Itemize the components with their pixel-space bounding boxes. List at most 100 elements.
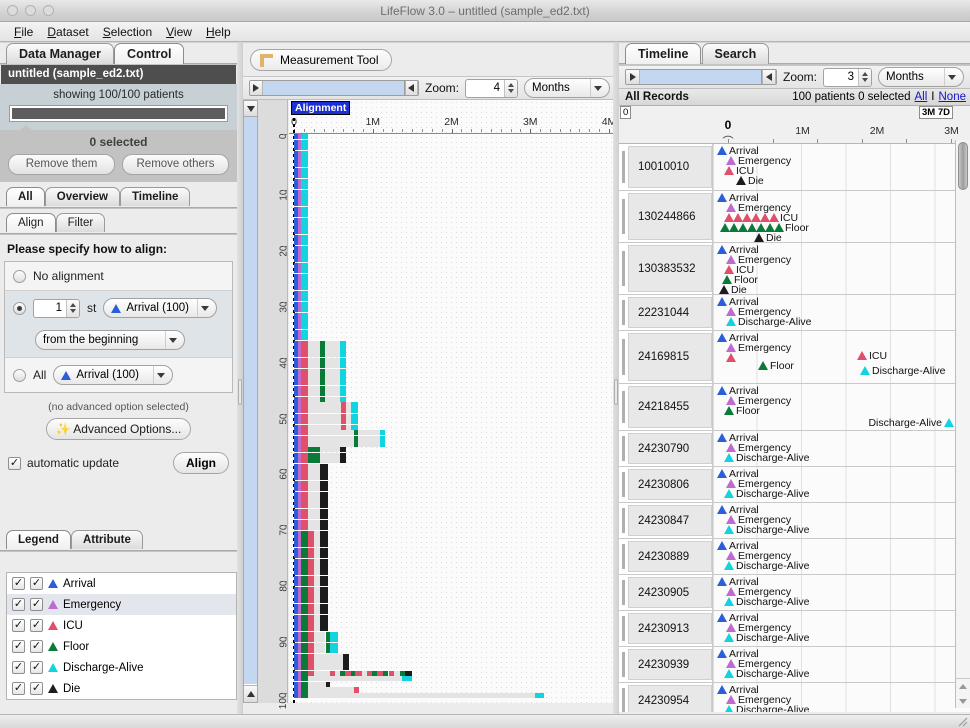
legend-item-die[interactable]: ✓ ✓ Die: [7, 678, 236, 699]
table-row[interactable]: 22231044ArrivalEmergencyDischarge-Alive: [619, 295, 970, 331]
chart-bar[interactable]: [289, 190, 616, 195]
chart-bar-segment[interactable]: [301, 207, 307, 212]
chart-bar-segment[interactable]: [340, 380, 346, 385]
chart-bar-segment[interactable]: [343, 654, 349, 659]
chart-bar-segment[interactable]: [308, 492, 320, 497]
advanced-options-button[interactable]: ✨ Advanced Options...: [46, 418, 191, 440]
patient-id-cell[interactable]: 130244866: [628, 193, 712, 240]
event-marker[interactable]: Discharge-Alive: [726, 317, 812, 328]
scroll-left-icon[interactable]: [405, 81, 418, 95]
chart-bar[interactable]: [289, 458, 616, 463]
chart-bar-segment[interactable]: [308, 464, 320, 469]
nth-event-combo[interactable]: Arrival (100): [103, 298, 217, 318]
nth-spinner-arrows[interactable]: [66, 300, 79, 317]
chart-bar[interactable]: [289, 330, 616, 335]
chart-bar-segment[interactable]: [301, 235, 307, 240]
chart-bar-segment[interactable]: [301, 285, 307, 290]
remove-others-button[interactable]: Remove others: [122, 154, 229, 175]
chart-bar-segment[interactable]: [301, 313, 307, 318]
chart-bar[interactable]: [289, 570, 616, 575]
chart-bar[interactable]: [289, 324, 616, 329]
middle-zoom-unit-combo[interactable]: Months: [524, 78, 610, 98]
chart-bar-segment[interactable]: [320, 514, 328, 519]
chevron-down-icon[interactable]: [165, 331, 180, 349]
chart-bar-segment[interactable]: [301, 307, 307, 312]
chart-bar[interactable]: [289, 212, 616, 217]
chart-bar[interactable]: [289, 659, 616, 664]
chart-bar-segment[interactable]: [343, 665, 349, 670]
tab-all[interactable]: All: [6, 187, 45, 206]
legend-show-checkbox[interactable]: ✓: [12, 598, 25, 611]
right-zoom-value[interactable]: 3: [824, 69, 858, 86]
chart-bar-segment[interactable]: [325, 380, 340, 385]
chart-bar-segment[interactable]: [320, 497, 328, 502]
event-marker[interactable]: Discharge-Alive: [724, 597, 810, 608]
chart-bar-segment[interactable]: [351, 408, 358, 413]
chart-bar-segment[interactable]: [320, 464, 328, 469]
tab-control[interactable]: Control: [114, 43, 184, 64]
chart-bar-segment[interactable]: [320, 525, 328, 530]
spinner-up-icon[interactable]: [862, 72, 868, 76]
chart-bar-segment[interactable]: [308, 408, 341, 413]
chart-bar-segment[interactable]: [308, 369, 320, 374]
chart-bar[interactable]: [289, 509, 616, 514]
legend-item-discharge-alive[interactable]: ✓ ✓ Discharge-Alive: [7, 657, 236, 678]
patient-events-cell[interactable]: ArrivalEmergencyDischarge-Alive: [712, 611, 970, 646]
chart-bar[interactable]: [289, 486, 616, 491]
chart-bar[interactable]: [289, 536, 616, 541]
chart-bar-segment[interactable]: [301, 296, 307, 301]
chart-bar-segment[interactable]: [346, 441, 354, 446]
middle-vertical-scrollbar[interactable]: [243, 117, 258, 703]
chart-bar-segment[interactable]: [320, 520, 328, 525]
row-handle[interactable]: [619, 331, 628, 383]
chart-bar[interactable]: [289, 145, 616, 150]
rscrollbar-thumb[interactable]: [958, 142, 968, 190]
chart-bar-segment[interactable]: [320, 581, 328, 586]
chart-bar[interactable]: [289, 414, 616, 419]
tab-timeline[interactable]: Timeline: [120, 187, 190, 206]
chart-bar[interactable]: [289, 296, 616, 301]
chart-bar-segment[interactable]: [320, 564, 328, 569]
table-row[interactable]: 24230790ArrivalEmergencyDischarge-Alive: [619, 431, 970, 467]
chart-bar-segment[interactable]: [301, 201, 307, 206]
chart-bar-segment[interactable]: [351, 402, 358, 407]
rscroll-up-button[interactable]: [956, 679, 970, 694]
patient-events-cell[interactable]: ArrivalEmergencyICUFloorDie: [712, 243, 970, 294]
chart-bar-segment[interactable]: [346, 430, 354, 435]
chart-bar[interactable]: [289, 464, 616, 469]
patient-events-cell[interactable]: ArrivalEmergencyDischarge-Alive: [712, 431, 970, 466]
table-row[interactable]: 130383532ArrivalEmergencyICUFloorDie: [619, 243, 970, 295]
table-row[interactable]: 24169815ArrivalEmergencyFloorICUDischarg…: [619, 331, 970, 384]
chart-bar-segment[interactable]: [340, 453, 346, 458]
spinner-down-icon[interactable]: [862, 78, 868, 82]
patient-id-cell[interactable]: 130383532: [628, 245, 712, 292]
chart-bar-segment[interactable]: [320, 486, 328, 491]
chart-bar[interactable]: [289, 162, 616, 167]
chart-bar-segment[interactable]: [535, 693, 544, 698]
vscroll-down-button[interactable]: [244, 685, 257, 702]
legend-enable-checkbox[interactable]: ✓: [30, 577, 43, 590]
chart-bar-segment[interactable]: [308, 419, 341, 424]
patient-events-cell[interactable]: ArrivalEmergencyDischarge-Alive: [712, 683, 970, 712]
patient-id-cell[interactable]: 24230939: [628, 649, 712, 680]
chart-bar-segment[interactable]: [308, 341, 320, 346]
tab-overview[interactable]: Overview: [45, 187, 120, 206]
scroll-left-icon[interactable]: [762, 70, 776, 84]
chart-bar[interactable]: [289, 436, 616, 441]
chart-bar-segment[interactable]: [325, 352, 340, 357]
chart-bar[interactable]: [289, 481, 616, 486]
row-handle[interactable]: [619, 503, 628, 538]
chart-bar-segment[interactable]: [301, 229, 307, 234]
middle-horizontal-scrollbar[interactable]: [249, 80, 419, 96]
chart-bar[interactable]: [289, 341, 616, 346]
chart-bar[interactable]: [289, 430, 616, 435]
chart-bar-segment[interactable]: [301, 168, 307, 173]
chart-bar-segment[interactable]: [320, 587, 328, 592]
chart-bar-segment[interactable]: [325, 341, 340, 346]
chart-bar[interactable]: [289, 240, 616, 245]
event-marker[interactable]: [726, 353, 738, 362]
legend-show-checkbox[interactable]: ✓: [12, 640, 25, 653]
chart-bar[interactable]: [289, 598, 616, 603]
chart-bar[interactable]: [289, 665, 616, 670]
chart-bar[interactable]: [289, 235, 616, 240]
